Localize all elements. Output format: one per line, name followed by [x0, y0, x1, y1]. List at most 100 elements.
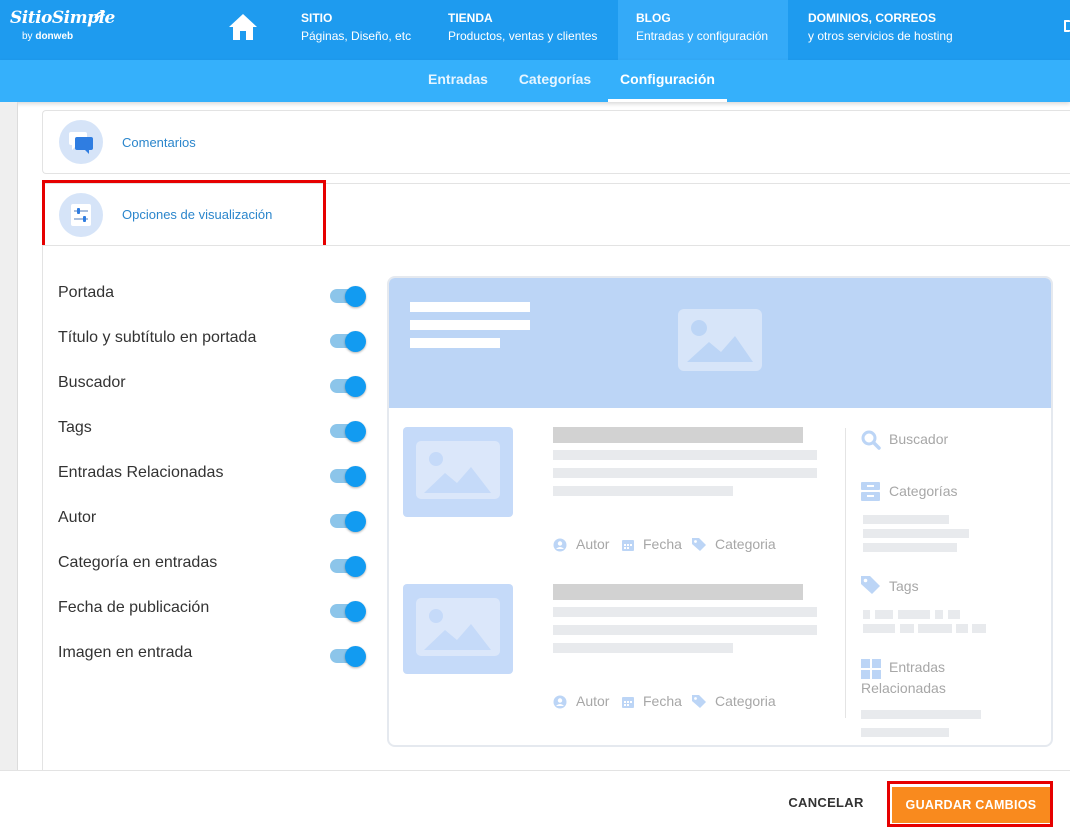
toggle-row-buscador: Buscador	[58, 370, 368, 415]
hero-image-icon	[678, 309, 762, 371]
post-thumbnail	[403, 584, 513, 674]
sidebar-tags-label: Tags	[889, 578, 919, 594]
hero-title-line	[410, 320, 530, 330]
hero-subtitle-line	[410, 338, 500, 348]
sidebar-placeholder	[861, 728, 949, 737]
nav-blog[interactable]: BLOG Entradas y configuración	[618, 0, 788, 60]
toggle-switch-tags[interactable]	[330, 421, 366, 442]
blog-sub-navigation: Entradas Categorías Configuración	[0, 60, 1070, 102]
sidebar-entradas-label: Entradas	[889, 659, 946, 675]
tab-entradas[interactable]: Entradas	[418, 60, 498, 102]
sidebar-tag-placeholder	[948, 610, 960, 619]
sidebar-buscador-label: Buscador	[889, 431, 949, 447]
toggle-label-titulo-subtitulo: Título y subtítulo en portada	[58, 329, 257, 346]
post-meta-category: Categoria	[715, 536, 776, 552]
toggle-row-portada: Portada	[58, 280, 368, 325]
toggle-label-imagen-entrada: Imagen en entrada	[58, 644, 193, 661]
blog-layout-preview: Autor Fecha Categoria Autor Fecha Catego…	[387, 276, 1053, 747]
post-text-placeholder	[553, 643, 733, 653]
toggle-row-imagen-entrada: Imagen en entrada	[58, 640, 368, 685]
cancel-button[interactable]: CANCELAR	[780, 791, 872, 815]
related-posts-icon	[861, 659, 881, 679]
toggle-switch-imagen-entrada[interactable]	[330, 646, 366, 667]
logo-company: donweb	[35, 31, 74, 42]
sidebar-tag-placeholder	[935, 610, 943, 619]
toggle-label-tags: Tags	[58, 419, 92, 436]
toggle-switch-buscador[interactable]	[330, 376, 366, 397]
sidebar-tag-placeholder	[875, 610, 893, 619]
nav-blog-title: BLOG	[636, 11, 671, 25]
preview-hero	[389, 278, 1051, 408]
left-gutter	[0, 102, 18, 770]
toggle-label-portada: Portada	[58, 284, 115, 301]
nav-sitio-title: SITIO	[301, 11, 333, 25]
post-meta-date: Fecha	[643, 536, 682, 552]
post-meta-author: Autor	[576, 536, 610, 552]
toggle-row-entradas-relacionadas: Entradas Relacionadas	[58, 460, 368, 505]
toggle-switch-titulo-subtitulo[interactable]	[330, 331, 366, 352]
tag-icon	[692, 538, 706, 551]
logo-wave-icon	[94, 11, 106, 20]
post-thumbnail	[403, 427, 513, 517]
nav-dominios-title: DOMINIOS, CORREOS	[808, 11, 937, 25]
toggle-switch-portada[interactable]	[330, 286, 366, 307]
tab-categorias[interactable]: Categorías	[510, 60, 600, 102]
toggle-label-categoria-entradas: Categoría en entradas	[58, 554, 218, 571]
post-text-placeholder	[553, 625, 817, 635]
toggle-label-autor: Autor	[58, 509, 97, 526]
sidebar-relacionadas-label: Relacionadas	[861, 680, 946, 696]
comment-bubbles-icon	[59, 120, 103, 164]
toggle-row-titulo-subtitulo: Título y subtítulo en portada	[58, 325, 368, 370]
hero-title-line	[410, 302, 530, 312]
sitiosimple-logo[interactable]: SitioSimple by donweb	[10, 8, 120, 48]
sidebar-tag-placeholder	[898, 610, 930, 619]
toggle-switch-categoria-entradas[interactable]	[330, 556, 366, 577]
top-header: SitioSimple by donweb SITIO Páginas, Dis…	[0, 0, 1070, 60]
post-title-placeholder	[553, 427, 803, 443]
highlight-opciones-visualizacion	[42, 180, 326, 249]
nav-dominios-subtitle: y otros servicios de hosting	[808, 29, 953, 43]
search-icon	[861, 430, 881, 450]
home-button[interactable]	[226, 10, 260, 44]
toggle-label-entradas-relacionadas: Entradas Relacionadas	[58, 464, 224, 481]
toggle-row-autor: Autor	[58, 505, 368, 550]
nav-dominios[interactable]: DOMINIOS, CORREOS y otros servicios de h…	[796, 0, 1070, 60]
post-meta-author: Autor	[576, 693, 610, 709]
post-title-placeholder	[553, 584, 803, 600]
nav-tienda-title: TIENDA	[448, 11, 493, 25]
highlight-save-button	[887, 781, 1053, 827]
nav-tienda-subtitle: Productos, ventas y clientes	[448, 29, 598, 43]
sidebar-placeholder	[863, 515, 949, 524]
nav-sitio[interactable]: SITIO Páginas, Diseño, etc	[288, 0, 420, 60]
sidebar-tag-placeholder	[863, 610, 870, 619]
section-comentarios-label: Comentarios	[122, 135, 196, 150]
toggle-row-tags: Tags	[58, 415, 368, 460]
sidebar-placeholder	[861, 710, 981, 719]
toggle-row-categoria-entradas: Categoría en entradas	[58, 550, 368, 595]
logo-by: by	[22, 31, 33, 42]
nav-tienda[interactable]: TIENDA Productos, ventas y clientes	[435, 0, 610, 60]
calendar-icon	[622, 540, 634, 551]
toggle-switch-entradas-relacionadas[interactable]	[330, 466, 366, 487]
sidebar-tag-placeholder	[918, 624, 952, 633]
tab-configuracion[interactable]: Configuración	[608, 60, 727, 102]
sidebar-placeholder	[863, 529, 969, 538]
tags-icon	[861, 576, 880, 594]
post-text-placeholder	[553, 607, 817, 617]
section-comentarios[interactable]: Comentarios	[42, 110, 1070, 174]
image-placeholder-icon	[416, 441, 500, 499]
sidebar-tag-placeholder	[956, 624, 968, 633]
calendar-icon	[622, 697, 634, 708]
logo-byline: by donweb	[22, 31, 73, 42]
toggle-label-fecha-publicacion: Fecha de publicación	[58, 599, 210, 616]
post-text-placeholder	[553, 486, 733, 496]
toggle-switch-fecha-publicacion[interactable]	[330, 601, 366, 622]
toggle-row-fecha-publicacion: Fecha de publicación	[58, 595, 368, 640]
post-meta-category: Categoria	[715, 693, 776, 709]
toggle-switch-autor[interactable]	[330, 511, 366, 532]
sidebar-tag-placeholder	[863, 624, 895, 633]
preview-sidebar-divider	[845, 428, 846, 718]
sidebar-tag-placeholder	[972, 624, 986, 633]
sidebar-tag-placeholder	[900, 624, 914, 633]
post-meta-date: Fecha	[643, 693, 682, 709]
